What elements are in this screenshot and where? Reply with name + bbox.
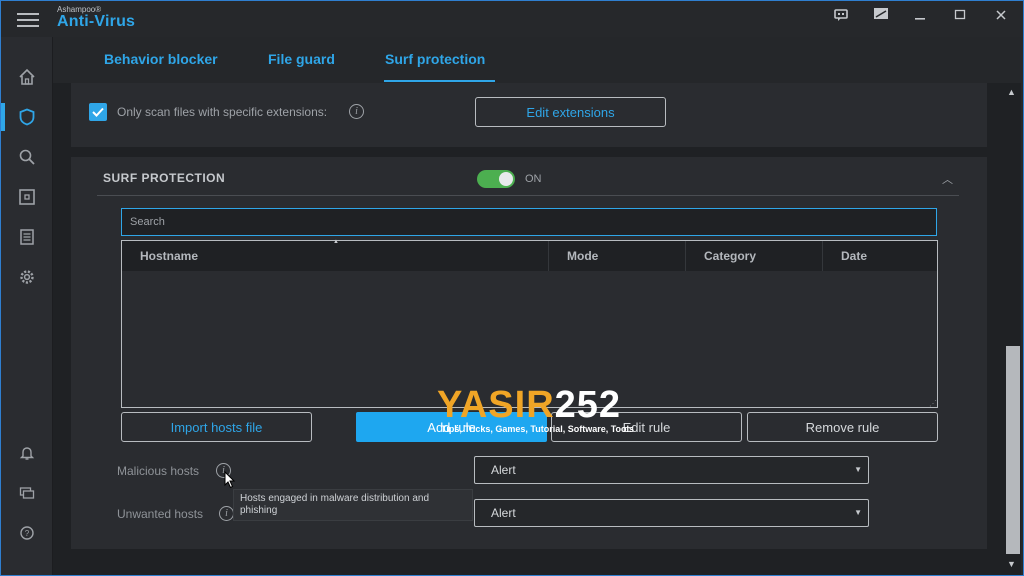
app-title: Anti-Virus [57, 13, 136, 30]
sidebar-item-scan[interactable] [1, 139, 53, 175]
sidebar-item-protection[interactable] [1, 99, 53, 135]
search-input[interactable] [121, 208, 937, 236]
tab-bar: Behavior blocker File guard Surf protect… [53, 37, 1003, 83]
malicious-hosts-select[interactable]: Alert ▼ [474, 456, 869, 484]
svg-text:?: ? [25, 529, 30, 538]
section-divider [97, 195, 959, 196]
minimize-icon[interactable] [909, 7, 931, 27]
watermark-tagline: Tips, Tricks, Games, Tutorial, Software,… [441, 424, 635, 434]
malicious-hosts-label: Malicious hosts [117, 464, 200, 478]
toggle-state-label: ON [525, 173, 542, 185]
hamburger-icon[interactable] [17, 13, 39, 27]
extensions-checkbox[interactable] [89, 103, 107, 121]
sidebar-item-help[interactable]: ? [1, 515, 53, 551]
sidebar-item-messages[interactable] [1, 475, 53, 511]
chat-icon [19, 487, 35, 499]
surf-protection-toggle[interactable] [477, 170, 515, 188]
unwanted-info-icon[interactable]: i [219, 506, 234, 521]
chevron-down-icon: ▼ [854, 465, 862, 474]
search-icon [19, 149, 35, 165]
bell-icon [19, 447, 35, 460]
edit-extensions-button[interactable]: Edit extensions [475, 97, 666, 127]
hosts-table: Hostname Mode Category Date [121, 240, 938, 408]
sort-ascending-icon: ▲ [333, 239, 339, 245]
log-icon [20, 229, 34, 245]
scroll-up-icon[interactable]: ▲ [1007, 87, 1016, 97]
screen-icon[interactable] [870, 7, 892, 27]
sidebar-item-notifications[interactable] [1, 435, 53, 471]
table-header: Hostname Mode Category Date [122, 241, 937, 271]
column-date[interactable]: Date [822, 241, 937, 271]
sidebar-item-logs[interactable] [1, 219, 53, 255]
collapse-icon[interactable]: ︿ [942, 171, 953, 187]
extensions-label: Only scan files with specific extensions… [117, 105, 328, 119]
resize-grip-icon[interactable]: ⋰ [929, 399, 937, 408]
tab-behavior-blocker[interactable]: Behavior blocker [104, 51, 218, 67]
remove-rule-button[interactable]: Remove rule [747, 412, 938, 442]
mouse-cursor-icon [224, 471, 236, 489]
sidebar: ? [1, 37, 53, 575]
app-window: Ashampoo® Anti-Virus ? Behavior blocker … [0, 0, 1024, 576]
feedback-icon[interactable] [830, 7, 852, 27]
watermark-overlay: YASIR252 Tips, Tricks, Games, Tutorial, … [437, 384, 647, 434]
section-title: SURF PROTECTION [103, 171, 226, 185]
close-icon[interactable] [990, 7, 1012, 27]
shield-icon [19, 108, 35, 126]
chevron-down-icon: ▼ [854, 508, 862, 517]
settings-icon [20, 270, 34, 284]
scrollbar-thumb[interactable] [1006, 346, 1020, 554]
scroll-down-icon[interactable]: ▼ [1007, 559, 1016, 569]
title-bar: Ashampoo® Anti-Virus [1, 1, 1023, 37]
sidebar-item-quarantine[interactable] [1, 179, 53, 215]
home-icon [19, 68, 35, 85]
info-icon[interactable]: i [349, 104, 364, 119]
checkmark-icon [92, 107, 104, 117]
scan-icon [19, 189, 35, 205]
column-hostname[interactable]: Hostname [122, 241, 548, 271]
import-hosts-button[interactable]: Import hosts file [121, 412, 312, 442]
info-tooltip: Hosts engaged in malware distribution an… [233, 489, 473, 521]
sidebar-item-settings[interactable] [1, 259, 53, 295]
unwanted-hosts-label: Unwanted hosts [117, 507, 204, 521]
tab-surf-protection[interactable]: Surf protection [385, 51, 485, 67]
watermark-logo: YASIR252 [437, 384, 622, 426]
malicious-hosts-value: Alert [491, 463, 516, 477]
column-category[interactable]: Category [685, 241, 822, 271]
help-icon: ? [20, 526, 34, 540]
unwanted-hosts-value: Alert [491, 506, 516, 520]
maximize-icon[interactable] [949, 7, 971, 27]
active-tab-indicator [384, 80, 495, 82]
column-mode[interactable]: Mode [548, 241, 685, 271]
sidebar-item-home[interactable] [1, 59, 53, 95]
tab-file-guard[interactable]: File guard [268, 51, 335, 67]
unwanted-hosts-select[interactable]: Alert ▼ [474, 499, 869, 527]
